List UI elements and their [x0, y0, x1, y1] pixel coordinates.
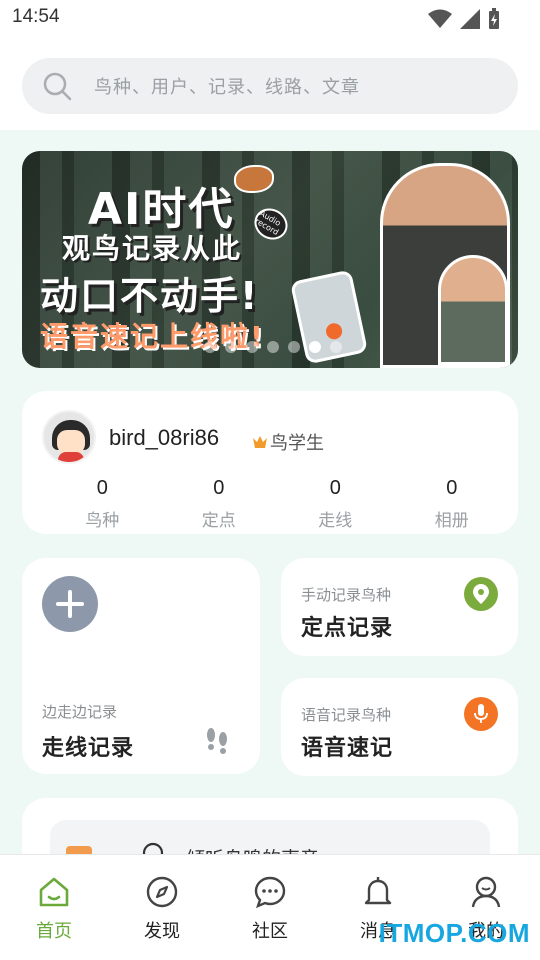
- route-title: 走线记录: [42, 736, 135, 761]
- person-photo: [438, 255, 508, 365]
- feature-pill[interactable]: 倾听鸟鸣的声音: [50, 820, 490, 854]
- carousel-dot[interactable]: [204, 341, 216, 353]
- stat-value: 0: [213, 477, 225, 499]
- add-icon[interactable]: [42, 576, 98, 632]
- signal-icon: [460, 9, 480, 29]
- tab-community[interactable]: 社区: [216, 855, 324, 960]
- tab-label: 首页: [36, 921, 72, 942]
- search-placeholder: 鸟种、用户、记录、线路、文章: [94, 77, 360, 98]
- stat-album[interactable]: 0 相册: [394, 477, 511, 531]
- crown-icon: [253, 436, 267, 448]
- stat-value: 0: [329, 477, 341, 499]
- feature-text: 倾听鸟鸣的声音: [186, 844, 319, 854]
- tab-discover[interactable]: 发现: [108, 855, 216, 960]
- stat-label: 相册: [434, 511, 469, 531]
- carousel-dot[interactable]: [267, 341, 279, 353]
- level-label: 鸟学生: [270, 433, 324, 454]
- stat-value: 0: [446, 477, 458, 499]
- voice-subtitle: 语音记录鸟种: [301, 706, 392, 724]
- carousel-dot[interactable]: [288, 341, 300, 353]
- route-record-card[interactable]: 边走边记录 走线记录: [22, 558, 260, 774]
- home-icon: [39, 877, 69, 907]
- stat-routes[interactable]: 0 走线: [277, 477, 394, 531]
- point-subtitle: 手动记录鸟种: [301, 586, 392, 604]
- status-bar: 14:54: [0, 0, 540, 36]
- bird-illustration: [234, 165, 274, 193]
- point-record-card[interactable]: 手动记录鸟种 定点记录: [281, 558, 518, 656]
- compass-icon: [146, 876, 178, 908]
- user-stats: 0 鸟种 0 定点 0 走线 0 相册: [44, 477, 510, 531]
- banner-line-3: 动口不动手!: [40, 274, 260, 318]
- battery-icon: [489, 8, 499, 29]
- user-card[interactable]: bird_08ri86 鸟学生 0 鸟种 0 定点 0 走线 0 相册: [22, 391, 518, 534]
- search-area: 鸟种、用户、记录、线路、文章: [0, 36, 540, 130]
- profile-icon: [471, 876, 501, 908]
- feature-tag: [66, 846, 92, 854]
- username: bird_08ri86: [109, 425, 220, 450]
- search-input[interactable]: 鸟种、用户、记录、线路、文章: [22, 58, 518, 114]
- microphone-icon: [464, 697, 498, 731]
- search-icon: [43, 72, 72, 101]
- watermark: ITMOP.COM: [378, 918, 530, 948]
- promo-banner[interactable]: AI时代 Audio record 观鸟记录从此 动口不动手! 语音速记上线啦!: [22, 151, 518, 368]
- search-icon: [142, 842, 164, 854]
- tab-label: 发现: [144, 921, 180, 942]
- stat-points[interactable]: 0 定点: [161, 477, 278, 531]
- carousel-dot[interactable]: [309, 341, 321, 353]
- feature-card[interactable]: 倾听鸟鸣的声音: [22, 798, 518, 854]
- chat-icon: [254, 876, 286, 909]
- voice-title: 语音速记: [301, 736, 394, 761]
- stat-species[interactable]: 0 鸟种: [44, 477, 161, 531]
- user-level: 鸟学生: [252, 429, 324, 455]
- stat-label: 鸟种: [85, 511, 120, 531]
- avatar[interactable]: [42, 410, 96, 464]
- carousel-dot[interactable]: [330, 341, 342, 353]
- carousel-dot[interactable]: [225, 341, 237, 353]
- bell-icon: [364, 877, 392, 905]
- route-subtitle: 边走边记录: [42, 703, 118, 721]
- banner-line-2: 观鸟记录从此: [62, 232, 243, 265]
- status-time: 14:54: [12, 6, 60, 27]
- tab-label: 社区: [252, 921, 288, 942]
- stat-label: 走线: [318, 511, 353, 531]
- carousel-dots: [204, 341, 342, 353]
- stat-label: 定点: [201, 511, 236, 531]
- status-icons: [428, 8, 500, 30]
- voice-record-card[interactable]: 语音记录鸟种 语音速记: [281, 678, 518, 776]
- footprints-icon: [207, 728, 227, 754]
- stat-value: 0: [96, 477, 108, 499]
- location-icon: [464, 577, 498, 611]
- tab-home[interactable]: 首页: [0, 855, 108, 960]
- wifi-icon: [428, 9, 452, 28]
- point-title: 定点记录: [301, 616, 394, 641]
- carousel-dot[interactable]: [246, 341, 258, 353]
- home-content: AI时代 Audio record 观鸟记录从此 动口不动手! 语音速记上线啦!…: [0, 130, 540, 854]
